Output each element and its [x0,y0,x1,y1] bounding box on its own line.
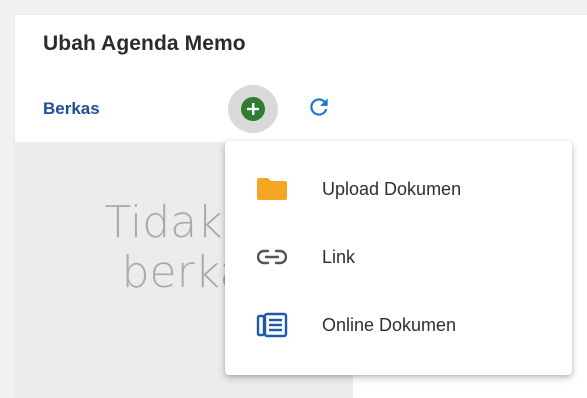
menu-item-online-document[interactable]: Online Dokumen [225,295,572,355]
folder-icon [255,174,289,204]
menu-item-label: Online Dokumen [322,314,457,335]
dialog-title: Ubah Agenda Memo [43,32,246,55]
menu-item-label: Link [322,246,356,267]
add-file-menu: Upload Dokumen Link Online Dokumen [225,141,572,375]
add-circle-icon [241,97,265,121]
menu-item-link[interactable]: Link [225,227,572,287]
add-file-button[interactable] [228,85,278,133]
files-label: Berkas [43,99,100,118]
menu-item-upload-document[interactable]: Upload Dokumen [225,159,572,219]
menu-item-label: Upload Dokumen [322,178,462,199]
refresh-icon [306,94,332,125]
refresh-button[interactable] [303,93,335,125]
online-document-icon [255,310,289,340]
link-icon [255,242,289,272]
